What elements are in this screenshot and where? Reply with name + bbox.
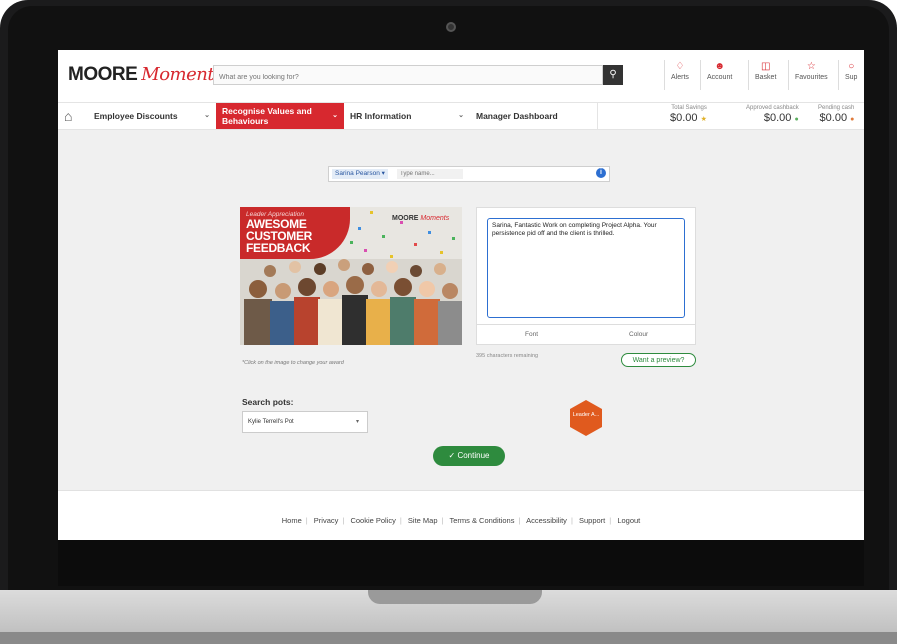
crowd-photo [240, 259, 462, 345]
award-change-hint: *Click on the image to change your award [242, 360, 344, 366]
laptop-base-front [0, 632, 897, 644]
support-button[interactable]: ○ Sup [838, 60, 863, 90]
stat-pending-cash: Pending cash $0.00 ● [818, 105, 854, 124]
footer-link-support[interactable]: Support [579, 516, 605, 525]
favourites-button[interactable]: ☆ Favourites [788, 60, 834, 90]
footer-link-terms[interactable]: Terms & Conditions [449, 516, 514, 525]
nav-label: Employee Discounts [94, 111, 178, 121]
nav-hr-information[interactable]: HR Information ⌄ [344, 103, 470, 129]
nav-label: HR Information [350, 111, 412, 121]
chevron-down-icon: ⌄ [204, 112, 210, 119]
support-icon: ○ [848, 61, 855, 72]
site-header: MOOREMoments ⚲ ♢Alerts ☻Account ◫Basket … [58, 50, 864, 102]
nav-recognise-values[interactable]: Recognise Values and Behaviours ⌄ [216, 103, 344, 129]
logo-text: MOORE [68, 64, 138, 85]
recipient-chip-label: Sarina Pearson [335, 170, 380, 177]
nav-employee-discounts[interactable]: Employee Discounts ⌄ [88, 103, 216, 129]
support-label: Sup [845, 74, 858, 81]
footer-link-cookie-policy[interactable]: Cookie Policy [350, 516, 395, 525]
account-button[interactable]: ☻ Account [700, 60, 738, 90]
chevron-down-icon: ▾ [381, 170, 385, 177]
continue-label: Continue [457, 451, 490, 460]
pots-selected-value: Kylie Terrell's Pot [248, 419, 294, 425]
stat-label: Approved cashback [746, 105, 799, 111]
camera-icon [446, 22, 456, 32]
stat-value: $0.00 [763, 112, 792, 124]
pots-select[interactable]: Kylie Terrell's Pot ▾ [242, 411, 368, 433]
crowd-illustration [240, 259, 462, 345]
font-button[interactable]: Font [525, 331, 538, 338]
card-brand-name: MOORE [392, 215, 419, 222]
footer-link-privacy[interactable]: Privacy [314, 516, 339, 525]
stat-value: $0.00 [819, 112, 848, 124]
savings-icon: ★ [700, 116, 707, 123]
colour-button[interactable]: Colour [629, 331, 648, 338]
stat-label: Total Savings [671, 105, 707, 111]
basket-label: Basket [755, 74, 777, 81]
pending-icon: ● [850, 116, 855, 123]
stat-total-savings: Total Savings $0.00 ★ [670, 105, 707, 124]
footer-link-accessibility[interactable]: Accessibility [526, 516, 567, 525]
card-brand-script: Moments [420, 215, 450, 222]
site-footer: Home | Privacy | Cookie Policy | Site Map | … [58, 490, 864, 540]
basket-icon: ◫ [760, 61, 771, 72]
search-input[interactable] [214, 68, 594, 87]
home-icon[interactable]: ⌂ [64, 108, 72, 124]
logo-script: Moments [141, 64, 223, 85]
cashback-icon: ● [794, 116, 799, 123]
search-icon: ⚲ [609, 69, 617, 80]
account-label: Account [707, 74, 733, 81]
screen: MOOREMoments ⚲ ♢Alerts ☻Account ◫Basket … [58, 50, 864, 540]
footer-link-home[interactable]: Home [282, 516, 302, 525]
footer-link-site-map[interactable]: Site Map [408, 516, 438, 525]
stat-value: $0.00 [670, 112, 698, 124]
main-nav: ⌂ Employee Discounts ⌄ Recognise Values … [58, 102, 864, 130]
user-icon: ☻ [714, 61, 725, 72]
check-icon: ✓ [448, 451, 456, 460]
basket-button[interactable]: ◫ Basket [748, 60, 782, 90]
chevron-down-icon: ⌄ [332, 112, 338, 119]
message-toolbar: Font Colour [477, 324, 695, 345]
nav-label: Recognise Values and Behaviours [222, 106, 312, 126]
nav-label: Manager Dashboard [476, 111, 558, 121]
nav-manager-dashboard[interactable]: Manager Dashboard [470, 103, 598, 129]
chevron-down-icon: ⌄ [458, 112, 464, 119]
award-card-image[interactable]: Leader Appreciation AWESOME CUSTOMER FEE… [240, 207, 462, 345]
info-icon[interactable]: i [596, 168, 606, 178]
award-badge-label: Leader A... [572, 412, 600, 418]
message-textarea[interactable]: Sarina, Fantastic Work on completing Pro… [487, 218, 685, 318]
footer-links: Home | Privacy | Cookie Policy | Site Map | … [281, 516, 641, 525]
message-panel: Sarina, Fantastic Work on completing Pro… [476, 207, 696, 345]
search-box [213, 65, 603, 87]
recipient-input[interactable] [397, 169, 463, 179]
alerts-button[interactable]: ♢ Alerts [664, 60, 695, 90]
star-icon: ☆ [806, 61, 816, 72]
favourites-label: Favourites [795, 74, 828, 81]
recipient-field[interactable]: Sarina Pearson ▾ [328, 166, 610, 182]
preview-button[interactable]: Want a preview? [621, 353, 696, 367]
card-brand-logo: MOORE Moments [392, 215, 449, 222]
characters-remaining: 395 characters remaining [476, 353, 539, 359]
stat-approved-cashback: Approved cashback $0.00 ● [746, 105, 799, 124]
award-headline-2: FEEDBACK [246, 241, 311, 255]
bell-icon: ♢ [675, 61, 685, 72]
footer-link-logout[interactable]: Logout [617, 516, 640, 525]
laptop-notch [368, 590, 542, 604]
search-button[interactable]: ⚲ [603, 65, 623, 85]
search-pots-label: Search pots: [242, 397, 294, 407]
chevron-down-icon: ▾ [355, 419, 359, 425]
recipient-chip[interactable]: Sarina Pearson ▾ [332, 169, 388, 179]
award-badge-icon [570, 400, 602, 436]
stat-label: Pending cash [818, 105, 855, 111]
logo[interactable]: MOORE Moments [68, 64, 223, 86]
award-headline-1: AWESOME CUSTOMER [246, 217, 313, 243]
screen-bezel-bottom [58, 540, 864, 586]
alerts-label: Alerts [671, 74, 689, 81]
continue-button[interactable]: ✓ Continue [433, 446, 505, 466]
award-banner: Leader Appreciation AWESOME CUSTOMER FEE… [240, 207, 350, 259]
